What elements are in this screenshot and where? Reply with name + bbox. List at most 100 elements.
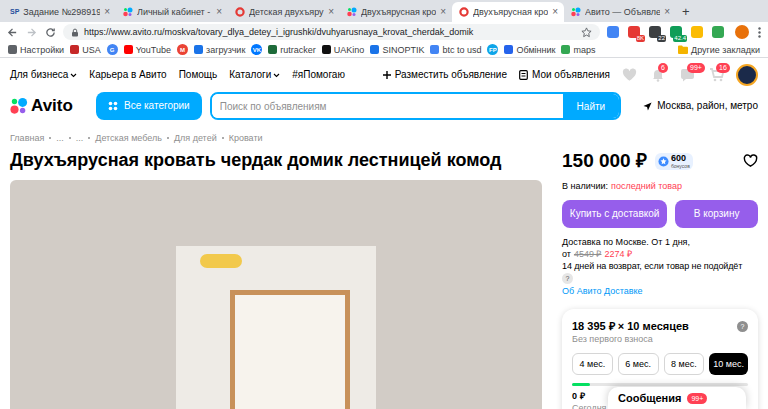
browser-tab[interactable]: Двухъярусная кро × [452, 2, 564, 22]
messages-panel[interactable]: Сообщения99+ [608, 387, 746, 409]
cart-icon[interactable]: 16 [709, 68, 724, 82]
my-ads-label[interactable]: Мои объявления [532, 68, 610, 82]
bookmark-label[interactable]: SINOPTIK [382, 44, 424, 56]
installment-help[interactable]: ? [737, 321, 748, 332]
extension-icon[interactable]: 8K [628, 26, 640, 38]
nav-label[interactable]: Карьера в Авито [89, 68, 166, 82]
breadcrumb[interactable]: Для детей [174, 132, 217, 144]
profile-avatar[interactable] [735, 25, 749, 39]
bookmark-label[interactable]: btc to usd [442, 44, 481, 56]
browser-tab[interactable]: Детская двухъяру× [228, 2, 340, 22]
other-bookmarks-label[interactable]: Другие закладки [691, 44, 760, 56]
bookmark[interactable]: загрузчик [194, 44, 245, 56]
browser-tab[interactable]: Авито — Объявлен × [564, 2, 676, 22]
tab-label[interactable]: Личный кабинет - [137, 6, 212, 18]
nav-label[interactable]: Для бизнеса [10, 68, 68, 82]
messages-label[interactable]: Сообщения [618, 391, 681, 405]
breadcrumb[interactable]: Детская мебель [95, 132, 162, 144]
tab-label[interactable]: Двухъярусная кро [473, 6, 548, 18]
bookmark[interactable]: Обмінник [504, 44, 555, 56]
extension[interactable] [691, 26, 703, 38]
bookmark[interactable]: USA [70, 44, 101, 56]
extension-icon[interactable] [607, 26, 619, 38]
tab-close-button[interactable]: × [440, 7, 446, 17]
add-to-cart-button[interactable]: В корзину [675, 200, 758, 228]
menu-dots-icon[interactable] [756, 26, 762, 38]
heart-icon[interactable] [622, 68, 637, 82]
nav-label[interactable]: #яПомогаю [292, 68, 345, 82]
browser-tab[interactable]: Личный кабинет - × [116, 2, 228, 22]
reload-icon[interactable] [44, 26, 56, 38]
nav-link[interactable]: #яПомогаю [292, 68, 345, 82]
bookmark-label[interactable]: UAKino [334, 44, 365, 56]
browser-tab[interactable]: Двухъярусная кро× [340, 2, 452, 22]
bookmark-label[interactable]: Обмінник [516, 44, 555, 56]
bookmark[interactable]: YouTube [124, 44, 171, 56]
bookmark-label[interactable]: загрузчик [206, 44, 245, 56]
new-tab-button[interactable]: + [682, 5, 690, 19]
tab-label[interactable]: Авито — Объявлен [585, 6, 660, 18]
other-bookmarks[interactable]: Другие закладки [678, 44, 760, 56]
bookmark-label[interactable]: maps [573, 44, 595, 56]
tab-close-button[interactable]: × [552, 7, 558, 17]
extension[interactable]: 8K [628, 26, 640, 38]
bookmark[interactable]: Настройки [8, 44, 64, 56]
extension-icon[interactable]: 22 [649, 26, 661, 38]
product-photo[interactable] [10, 180, 542, 409]
installment-option[interactable]: 8 мес. [664, 353, 705, 375]
post-ad-link[interactable]: Разместить объявление [383, 68, 507, 82]
my-ads-link[interactable]: Мои объявления [519, 68, 610, 82]
nav-link[interactable]: Каталоги [229, 68, 280, 82]
installment-option[interactable]: 10 мес. [709, 353, 748, 375]
breadcrumb[interactable]: Главная [10, 132, 44, 144]
bookmark-tile[interactable]: M [177, 44, 188, 55]
help-button[interactable]: ? [562, 273, 573, 284]
extension[interactable] [712, 26, 724, 38]
breadcrumb[interactable]: ... [76, 132, 84, 144]
url-text[interactable]: https://www.avito.ru/moskva/tovary_dlya_… [84, 26, 576, 38]
location-label[interactable]: Москва, район, метро [657, 100, 758, 112]
post-ad-label[interactable]: Разместить объявление [395, 68, 507, 82]
nav-label[interactable]: Помощь [179, 68, 218, 82]
categories-button[interactable]: Все категории [96, 92, 202, 120]
nav-label[interactable]: Каталоги [229, 68, 271, 82]
nav-link[interactable]: Для бизнеса [10, 68, 77, 82]
location-selector[interactable]: Москва, район, метро [643, 100, 758, 112]
tab-close-button[interactable]: × [104, 7, 110, 17]
breadcrumb[interactable]: ... [56, 132, 64, 144]
nav-link[interactable]: Карьера в Авито [89, 68, 166, 82]
bookmark[interactable]: rutracker [268, 44, 316, 56]
logo-text[interactable]: Avito [31, 96, 73, 116]
bookmark-star-icon[interactable] [581, 27, 592, 38]
search-input[interactable] [212, 94, 563, 118]
bookmark-label[interactable]: rutracker [280, 44, 316, 56]
chat-icon[interactable]: 99+ [680, 68, 695, 82]
bookmark-tile[interactable]: FP [487, 44, 498, 55]
bookmark-label[interactable]: USA [82, 44, 101, 56]
tab-label[interactable]: Задание №2989193 [23, 6, 100, 18]
bookmark[interactable]: G [107, 44, 118, 55]
extension[interactable] [607, 26, 619, 38]
categories-label[interactable]: Все категории [124, 100, 190, 112]
breadcrumb[interactable]: Кровати [229, 132, 263, 144]
forward-arrow-icon[interactable] [25, 26, 37, 38]
bookmark[interactable]: btc to usd [430, 44, 481, 56]
extension-icon[interactable] [691, 26, 703, 38]
installment-option[interactable]: 4 мес. [572, 353, 613, 375]
bookmark[interactable]: FP [487, 44, 498, 55]
user-avatar[interactable] [736, 64, 758, 86]
bookmark-label[interactable]: YouTube [136, 44, 171, 56]
tab-close-button[interactable]: × [664, 7, 670, 17]
back-arrow-icon[interactable] [6, 26, 18, 38]
avito-logo[interactable]: Avito [10, 96, 88, 116]
bookmark[interactable]: M [177, 44, 188, 55]
extension-icon[interactable]: 42.4 [670, 26, 682, 38]
delivery-link[interactable]: Об Авито Доставке [562, 285, 758, 297]
bookmark[interactable]: VK [251, 44, 262, 55]
search-button[interactable]: Найти [563, 94, 620, 118]
extension[interactable]: 22 [649, 26, 661, 38]
tab-close-button[interactable]: × [328, 7, 334, 17]
tab-close-button[interactable]: × [216, 7, 222, 17]
buy-with-delivery-button[interactable]: Купить с доставкой [562, 200, 667, 228]
bookmark-tile[interactable]: VK [251, 44, 262, 55]
